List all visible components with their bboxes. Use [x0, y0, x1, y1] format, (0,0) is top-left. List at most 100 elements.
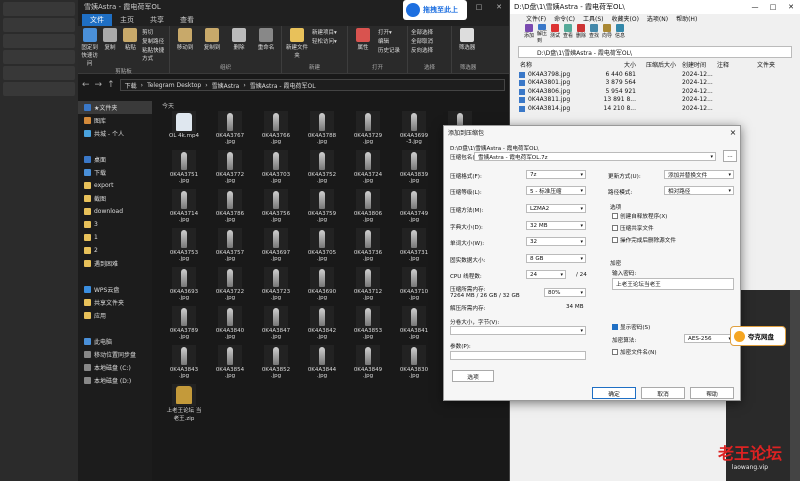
file-item[interactable]: OL 4k.mp4: [164, 111, 204, 149]
file-item[interactable]: 0K4A3840 .jpg: [210, 306, 250, 344]
mem-pct-select[interactable]: 80% ▾: [544, 288, 586, 297]
close-button[interactable]: ✕: [782, 3, 800, 11]
copy-to-button[interactable]: 复制到: [200, 28, 224, 51]
file-item[interactable]: 0K4A3853 .jpg: [348, 306, 388, 344]
sidebar-item[interactable]: 1: [78, 231, 152, 244]
move-to-button[interactable]: 移动到: [173, 28, 197, 51]
password-input[interactable]: 上老王论坛当老王: [612, 278, 734, 290]
file-item[interactable]: 0K4A3712 .jpg: [348, 267, 388, 305]
file-item[interactable]: 0K4A3690 .jpg: [302, 267, 342, 305]
sidebar-item[interactable]: 截图: [78, 192, 152, 205]
table-row[interactable]: 0K4A3811.jpg 13 891 8... 2024-12...: [518, 96, 800, 105]
maximize-button[interactable]: □: [764, 3, 782, 11]
params-input[interactable]: [450, 351, 586, 360]
sidebar-item[interactable]: 遇到困难: [78, 257, 152, 270]
method-select[interactable]: LZMA2 ▾: [526, 204, 586, 213]
breadcrumb-astra[interactable]: 雪姨Astra: [212, 81, 240, 90]
file-item[interactable]: 0K4A3714 .jpg: [164, 189, 204, 227]
file-item[interactable]: 0K4A3736 .jpg: [348, 228, 388, 266]
file-item[interactable]: 0K4A3842 .jpg: [302, 306, 342, 344]
open-button[interactable]: 打开▾: [378, 28, 400, 36]
options-button[interactable]: 选项: [452, 370, 494, 382]
tab-share[interactable]: 共享: [142, 14, 172, 26]
winrar-path-field[interactable]: D:\D盘\1\雪姨Astra - 霞电荷军OL\: [518, 46, 792, 58]
file-item[interactable]: 0K4A3759 .jpg: [302, 189, 342, 227]
file-item[interactable]: 0K4A3693 .jpg: [164, 267, 204, 305]
invert-selection-button[interactable]: 反向选择: [411, 46, 448, 54]
close-button[interactable]: ✕: [489, 3, 509, 11]
file-item[interactable]: 0K4A3751 .jpg: [164, 150, 204, 188]
breadcrumb-current[interactable]: 雪姨Astra - 霞电荷军OL: [250, 81, 316, 90]
word-select[interactable]: 32 ▾: [526, 237, 586, 246]
sidebar-item[interactable]: WPS云盘: [78, 283, 152, 296]
cancel-button[interactable]: 取消: [641, 387, 685, 399]
table-row[interactable]: 0K4A3806.jpg 5 954 921 2024-12...: [518, 87, 800, 96]
table-row[interactable]: 0K4A3814.jpg 14 210 8... 2024-12...: [518, 104, 800, 113]
sidebar-item[interactable]: 2: [78, 244, 152, 257]
col-folder[interactable]: 文件夹: [753, 60, 793, 70]
paste-button[interactable]: 粘贴: [122, 28, 139, 67]
menu-favorites[interactable]: 收藏夹(O): [612, 14, 639, 24]
select-none-button[interactable]: 全部取消: [411, 37, 448, 45]
file-item[interactable]: 0K4A3749 .jpg: [394, 189, 434, 227]
sidebar-item[interactable]: 本地磁盘 (C:): [78, 361, 152, 374]
col-size[interactable]: 大小: [592, 60, 638, 70]
browse-button[interactable]: ...: [723, 150, 737, 162]
file-item[interactable]: 0K4A3847 .jpg: [256, 306, 296, 344]
file-item[interactable]: 0K4A3789 .jpg: [164, 306, 204, 344]
copy-path-button[interactable]: 复制路径: [142, 37, 166, 45]
menu-file[interactable]: 文件(F): [526, 14, 546, 24]
up-button[interactable]: ↑: [107, 80, 115, 90]
sidebar-item[interactable]: [78, 322, 152, 335]
history-button[interactable]: 历史记录: [378, 46, 400, 54]
tool-test[interactable]: 测试: [550, 24, 560, 44]
archive-name-input[interactable]: 雪姨Astra - 霞电荷军OL.7z ▾: [474, 152, 716, 161]
sidebar-item[interactable]: 下载: [78, 166, 152, 179]
show-password-checkbox[interactable]: 显示密码(S): [612, 323, 650, 331]
file-item[interactable]: 0K4A3854 .jpg: [210, 345, 250, 383]
cut-button[interactable]: 剪切: [142, 28, 166, 36]
col-comment[interactable]: 注释: [713, 60, 753, 70]
tool-extract[interactable]: 解压到: [537, 24, 547, 44]
enc-method-select[interactable]: AES-256▾: [684, 334, 734, 343]
easy-access-button[interactable]: 轻松访问▾: [312, 37, 337, 45]
file-item[interactable]: 0K4A3830 .jpg: [394, 345, 434, 383]
threads-select[interactable]: 24 ▾: [526, 270, 566, 279]
file-item[interactable]: 0K4A3731 .jpg: [394, 228, 434, 266]
encrypt-names-checkbox[interactable]: 加密文件名(N): [612, 348, 657, 356]
sidebar-item[interactable]: [78, 270, 152, 283]
tool-view[interactable]: 查看: [563, 24, 573, 44]
file-item[interactable]: 0K4A3849 .jpg: [348, 345, 388, 383]
sidebar-item[interactable]: 桌面: [78, 153, 152, 166]
file-item[interactable]: 0K4A3722 .jpg: [210, 267, 250, 305]
new-folder-button[interactable]: 新建文件夹: [285, 28, 309, 59]
menu-commands[interactable]: 命令(C): [554, 14, 575, 24]
file-item[interactable]: 0K4A3710 .jpg: [394, 267, 434, 305]
breadcrumb-telegram[interactable]: Telegram Desktop: [147, 82, 201, 89]
select-all-button[interactable]: 全部选择: [411, 28, 448, 36]
file-item[interactable]: 0K4A3699 -3.jpg: [394, 111, 434, 149]
file-item[interactable]: 0K4A3697 .jpg: [256, 228, 296, 266]
sidebar-item[interactable]: ★文件夹: [78, 101, 152, 114]
table-row[interactable]: 0K4A3798.jpg 6 440 681 2024-12...: [518, 70, 800, 79]
file-item[interactable]: 0K4A3724 .jpg: [348, 150, 388, 188]
file-item[interactable]: 0K4A3756 .jpg: [256, 189, 296, 227]
file-item[interactable]: 0K4A3729 .jpg: [348, 111, 388, 149]
shared-checkbox[interactable]: 压缩共享文件: [612, 224, 654, 232]
quark-cloud-chip[interactable]: 夸克网盘: [730, 326, 786, 346]
sidebar-item[interactable]: 此电脑: [78, 335, 152, 348]
col-packed[interactable]: 压缩后大小: [638, 60, 678, 70]
tool-delete[interactable]: 删除: [576, 24, 586, 44]
pathmode-select[interactable]: 相对路径 ▾: [664, 186, 734, 195]
sidebar-item[interactable]: 移动位置同步盘: [78, 348, 152, 361]
update-select[interactable]: 添加并替换文件 ▾: [664, 170, 734, 179]
sidebar-item[interactable]: 图库: [78, 114, 152, 127]
format-select[interactable]: 7z ▾: [526, 170, 586, 179]
sidebar-item[interactable]: 共城 - 个人: [78, 127, 152, 140]
tool-info[interactable]: 信息: [615, 24, 625, 44]
tab-file[interactable]: 文件: [82, 14, 112, 26]
breadcrumb-downloads[interactable]: 下载: [125, 81, 137, 90]
file-item[interactable]: 0K4A3786 .jpg: [210, 189, 250, 227]
file-item[interactable]: 0K4A3753 .jpg: [164, 228, 204, 266]
table-row[interactable]: 0K4A3801.jpg 3 879 564 2024-12...: [518, 79, 800, 88]
